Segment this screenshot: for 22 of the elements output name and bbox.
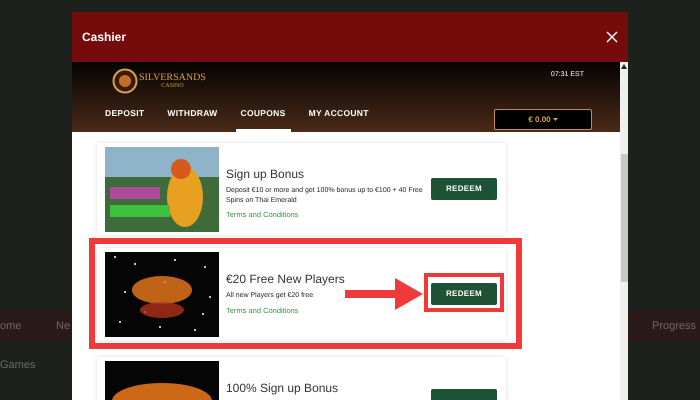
redeem-button[interactable]: REDEEM <box>431 178 497 200</box>
logo-icon <box>112 68 138 94</box>
coupon-title: €20 Free New Players <box>226 272 345 286</box>
cashier-tab[interactable]: WITHDRAW <box>162 107 223 132</box>
background-text: Games <box>0 358 36 373</box>
redeem-button[interactable]: REDEEM <box>431 283 497 305</box>
cashier-tab[interactable]: DEPOSIT <box>100 107 150 132</box>
scroll-up-icon[interactable] <box>621 64 627 69</box>
brand-name: SILVERSANDS <box>139 72 206 83</box>
cashier-tab[interactable]: COUPONS <box>236 107 291 132</box>
background-text: ome <box>0 319 22 334</box>
modal-title: Cashier <box>82 29 126 46</box>
coupon-title: Sign up Bonus <box>226 167 304 181</box>
coupon-title: 100% Sign up Bonus <box>226 381 338 395</box>
background-text: Progress <box>652 319 696 334</box>
caret-icon <box>552 118 558 121</box>
balance-dropdown[interactable]: € 0.00 <box>494 109 592 130</box>
scrollbar[interactable] <box>620 62 628 400</box>
close-icon[interactable] <box>606 31 618 43</box>
scrollbar-thumb[interactable] <box>620 154 628 282</box>
cashier-tab[interactable]: MY ACCOUNT <box>304 107 374 132</box>
background-text: Ne <box>56 319 70 334</box>
